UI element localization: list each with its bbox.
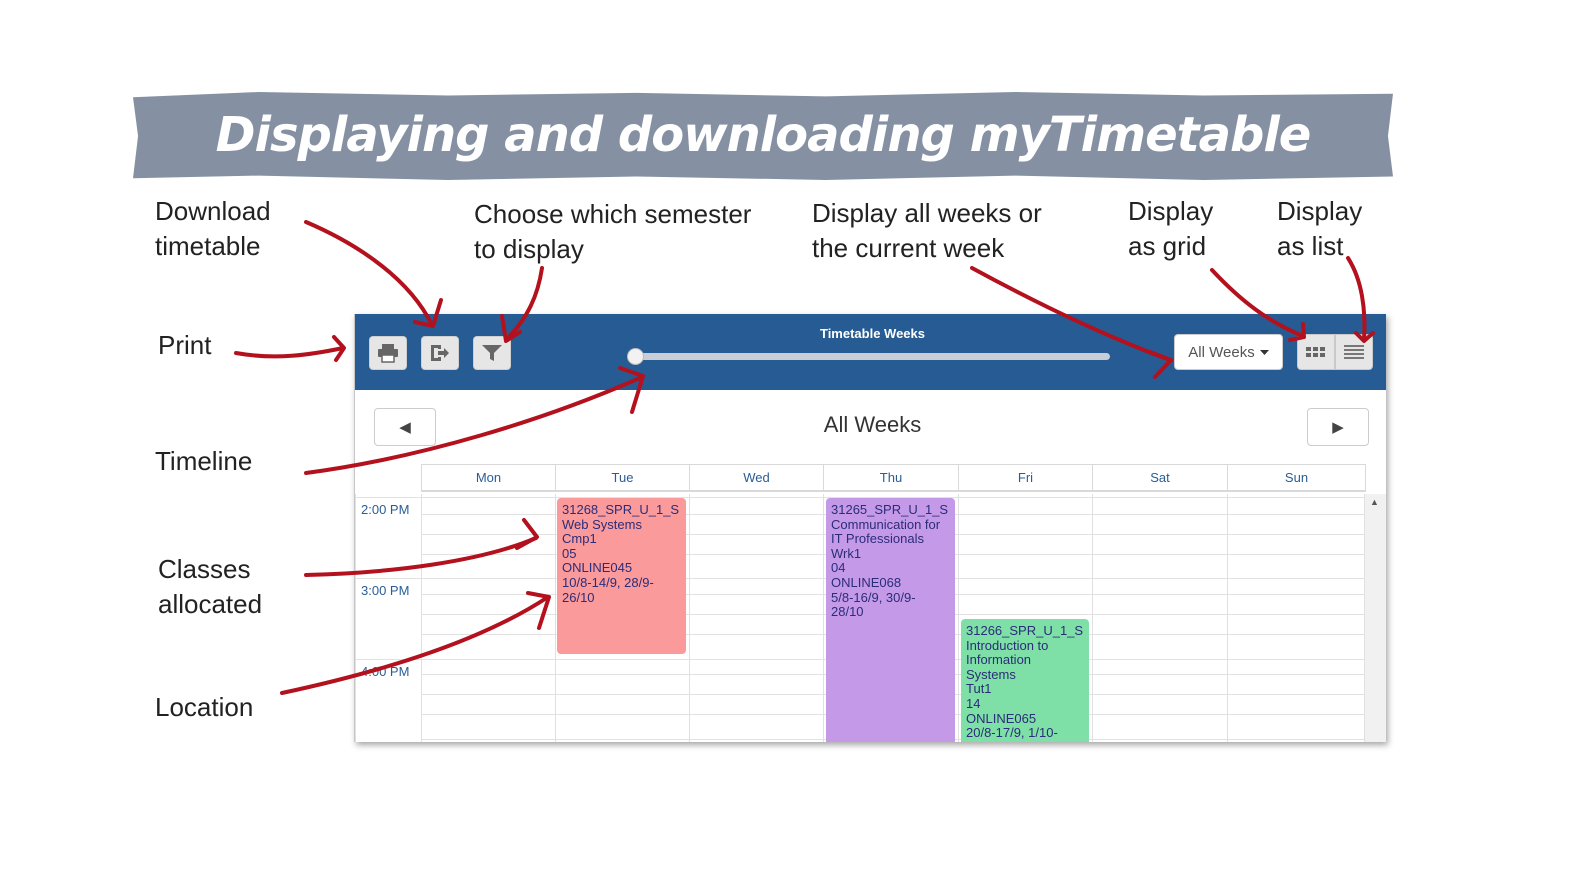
week-heading: All Weeks: [823, 412, 922, 437]
grid-icon: [1306, 347, 1325, 357]
day-header-fri: Fri: [958, 464, 1093, 492]
class-event-line: 10/8-14/9, 28/9-: [562, 575, 654, 590]
class-event-line: 31268_SPR_U_1_S: [562, 503, 680, 517]
annotation-timeline: Timeline: [155, 446, 253, 476]
export-icon: [431, 345, 449, 361]
day-header-thu: Thu: [823, 464, 959, 492]
scrollbar[interactable]: [1365, 494, 1386, 742]
list-view-button[interactable]: [1335, 334, 1373, 370]
timeline-slider[interactable]: [630, 353, 1110, 360]
time-grid-line: [355, 659, 421, 660]
class-event-line: 04: [831, 561, 846, 576]
grid-column-line: [1227, 494, 1228, 742]
class-event-line: Cmp1: [562, 532, 597, 547]
time-label: 4:00 PM: [361, 664, 410, 679]
class-event-line: ONLINE065: [966, 711, 1037, 726]
class-event-line: ONLINE068: [831, 575, 902, 590]
day-header-wed: Wed: [689, 464, 824, 492]
class-event-line: Systems: [966, 667, 1016, 682]
time-grid-line: [355, 578, 421, 579]
toolbar: Timetable Weeks All Weeks: [355, 314, 1386, 390]
timetable-app: Timetable Weeks All Weeks ◀ All Weeks ▶ …: [354, 314, 1386, 742]
class-event-line: ONLINE045: [562, 561, 633, 576]
grid-column-line: [958, 494, 959, 742]
class-event-line: 31265_SPR_U_1_S: [831, 503, 949, 517]
timetable-grid: 2:00 PM 3:00 PM 4:00 PM 31268_SPR_U_1_S Web …: [355, 494, 1365, 742]
class-event-line: Introduction to: [966, 638, 1049, 653]
triangle-left-icon: ◀: [399, 419, 411, 436]
grid-view-button[interactable]: [1297, 334, 1335, 370]
grid-column-line: [823, 494, 824, 742]
triangle-right-icon: ▶: [1332, 419, 1344, 436]
annotation-location: Location: [155, 692, 254, 722]
class-event-line: Wrk1: [831, 546, 862, 561]
toolbar-title: Timetable Weeks: [819, 326, 925, 341]
class-event-line: 26/10: [562, 590, 595, 605]
class-event-line: Information: [966, 653, 1032, 668]
class-event-line: 05: [562, 546, 577, 561]
annotation-list: Display as list: [1277, 196, 1363, 261]
filter-icon: [482, 345, 502, 361]
annotation-weeks: Display all weeks or the current week: [812, 198, 1042, 263]
time-label: 3:00 PM: [361, 583, 410, 598]
annotation-classes: Classes allocated: [158, 554, 263, 619]
class-event-line: Tut1: [966, 682, 992, 697]
grid-column-line: [421, 494, 422, 742]
prev-week-button[interactable]: ◀: [374, 408, 436, 446]
weeks-dropdown-value: All Weeks: [1188, 343, 1255, 361]
day-header-sun: Sun: [1227, 464, 1366, 492]
class-event-line: Communication for: [831, 517, 941, 532]
grid-column-line: [1092, 494, 1093, 742]
filter-button[interactable]: [473, 336, 511, 370]
class-event-thu[interactable]: 31265_SPR_U_1_S Communication for IT Profe…: [826, 498, 955, 742]
time-label: 2:00 PM: [361, 502, 410, 517]
annotation-grid: Display as grid: [1128, 196, 1214, 261]
class-event-line: 14: [966, 696, 981, 711]
list-icon: [1344, 345, 1364, 359]
class-event-line: 5/8-16/9, 30/9-: [831, 590, 916, 605]
class-event-line: 31266_SPR_U_1_S: [966, 624, 1084, 638]
banner-title: Displaying and downloading myTimetable: [215, 107, 1312, 163]
printer-icon: [378, 344, 398, 363]
grid-column-line: [689, 494, 690, 742]
weeks-dropdown[interactable]: All Weeks: [1174, 334, 1283, 370]
grid-column-line: [355, 494, 356, 742]
annotation-semester: Choose which semester to display: [474, 199, 752, 264]
day-header-mon: Mon: [421, 464, 556, 492]
arrow-print: [234, 346, 345, 359]
class-event-line: Web Systems: [562, 517, 642, 532]
day-header-tue: Tue: [555, 464, 690, 492]
caret-down-icon: [1259, 349, 1269, 355]
class-event-line: IT Professionals: [831, 532, 924, 547]
annotation-download: Download timetable: [155, 196, 271, 261]
class-event-tue[interactable]: 31268_SPR_U_1_S Web Systems Cmp1 05 ONLINE04…: [557, 498, 686, 654]
grid-column-line: [555, 494, 556, 742]
class-event-line: 28/10: [831, 605, 864, 620]
print-button[interactable]: [369, 336, 407, 370]
scroll-up-icon[interactable]: ▲: [1370, 497, 1379, 507]
class-event-line: 20/8-17/9, 1/10-: [966, 726, 1058, 741]
class-event-fri[interactable]: 31266_SPR_U_1_S Introduction to Informatio…: [961, 619, 1089, 742]
time-grid-line: [355, 497, 421, 498]
timeline-handle[interactable]: [627, 348, 644, 365]
download-button[interactable]: [421, 336, 459, 370]
annotation-print: Print: [158, 330, 212, 360]
day-header-sat: Sat: [1092, 464, 1228, 492]
arrow-download: [304, 220, 434, 327]
next-week-button[interactable]: ▶: [1307, 408, 1369, 446]
